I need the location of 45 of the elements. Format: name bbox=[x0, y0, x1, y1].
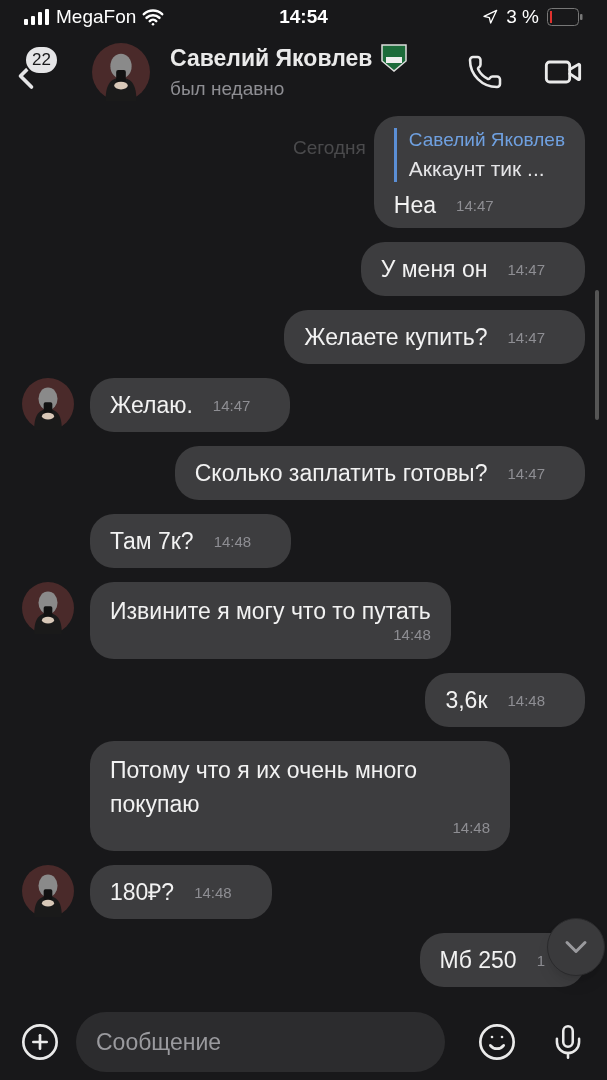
message-text: Потому что я их очень много покупаю bbox=[110, 755, 418, 819]
contact-status: был недавно bbox=[170, 77, 286, 101]
message-time: 1 bbox=[536, 952, 545, 969]
message-time: 14:47 bbox=[507, 261, 545, 278]
message-text: Сколько заплатить готовы? bbox=[194, 459, 488, 488]
message-text: Мб 250 bbox=[439, 946, 517, 975]
message-time: 14:48 bbox=[194, 884, 232, 901]
signal-icon bbox=[24, 9, 50, 25]
avatar bbox=[22, 378, 74, 430]
message-text: У меня он bbox=[380, 255, 488, 284]
message-time: 14:48 bbox=[393, 625, 431, 645]
message-text: Желаете купить? bbox=[304, 323, 488, 352]
shield-icon bbox=[380, 42, 409, 73]
message-text: Желаю. bbox=[110, 391, 193, 420]
avatar bbox=[22, 865, 74, 917]
location-icon bbox=[482, 9, 499, 25]
message-text: Неа bbox=[393, 191, 437, 220]
message-time: 14:47 bbox=[212, 397, 251, 414]
message-time: 14:47 bbox=[507, 329, 545, 346]
unread-badge: 22 bbox=[24, 45, 59, 75]
battery-icon bbox=[547, 8, 583, 26]
wifi-icon bbox=[142, 6, 165, 28]
phone-icon[interactable] bbox=[467, 54, 503, 90]
message-text: Там 7к? bbox=[110, 527, 194, 556]
message-text: 3,6к bbox=[445, 685, 488, 715]
message-text: Извините я могу что то путать bbox=[110, 597, 431, 626]
carrier-name: MegaFon bbox=[56, 4, 137, 29]
emoji-icon[interactable] bbox=[477, 1022, 517, 1062]
clock: 14:54 bbox=[278, 4, 329, 29]
back-button[interactable]: 22 bbox=[16, 44, 72, 100]
message-input[interactable]: Сообщение bbox=[76, 1012, 445, 1072]
message-time: 14:47 bbox=[456, 197, 494, 214]
contact-name: Савелий Яковлев bbox=[170, 43, 373, 73]
reply-author: Савелий Яковлев bbox=[408, 128, 565, 152]
message-time: 14:48 bbox=[213, 533, 252, 550]
reply-text: Аккаунт тик ... bbox=[408, 155, 546, 182]
avatar bbox=[92, 43, 150, 101]
message-text: 180₽? bbox=[110, 878, 175, 907]
message-time: 14:47 bbox=[507, 465, 545, 482]
message-time: 14:48 bbox=[507, 691, 545, 709]
add-icon[interactable] bbox=[20, 1022, 60, 1062]
reply-quote[interactable]: Савелий Яковлев Аккаунт тик ... bbox=[393, 128, 565, 182]
battery-percent: 3 % bbox=[506, 4, 539, 29]
avatar bbox=[22, 582, 74, 634]
message-time: 14:48 bbox=[452, 817, 490, 838]
